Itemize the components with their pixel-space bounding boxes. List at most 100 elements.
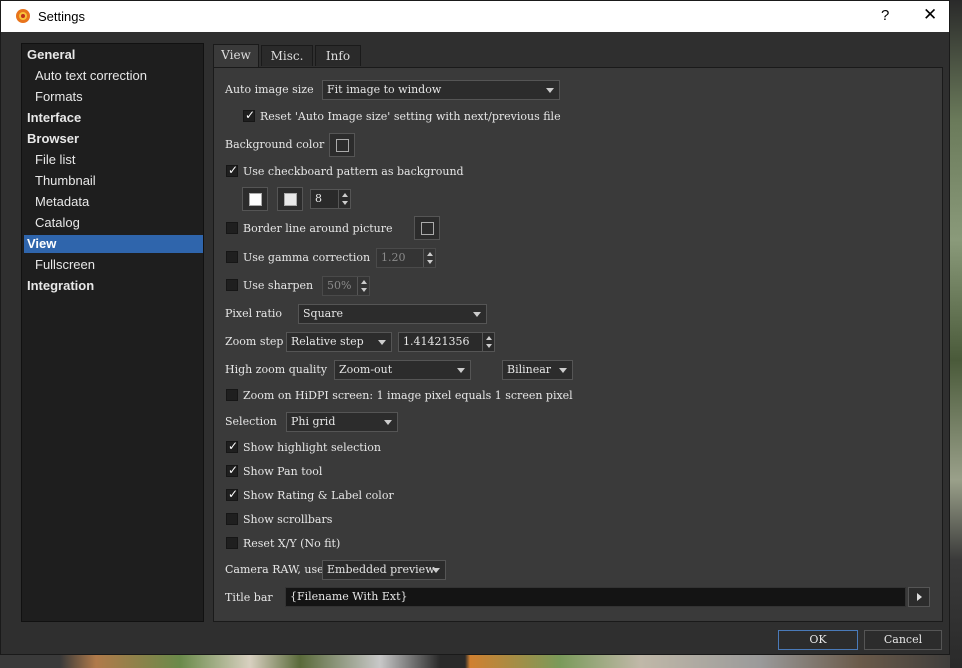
title-bar-label: Title bar (225, 591, 273, 604)
reset-auto-size-checkbox[interactable]: ✓ (243, 108, 255, 122)
ok-button[interactable]: OK (778, 630, 858, 650)
checkboard-color1-button[interactable] (242, 187, 268, 211)
checkboard-size-value: 8 (315, 192, 322, 205)
show-scrollbars-checkbox[interactable] (226, 513, 238, 525)
close-button[interactable]: ✕ (923, 5, 937, 25)
tab-view[interactable]: View (213, 44, 259, 67)
checkboard-checkbox[interactable]: ✓ (226, 163, 239, 177)
sidebar-item-general[interactable]: General (24, 46, 203, 64)
color-swatch (249, 193, 262, 206)
settings-category-list: General Auto text correction Formats Int… (21, 43, 204, 622)
border-line-color-button[interactable] (414, 216, 440, 240)
hidpi-checkbox[interactable] (226, 389, 238, 401)
spin-up-icon[interactable] (342, 193, 348, 197)
settings-dialog: Settings ? ✕ General Auto text correctio… (0, 0, 950, 655)
camera-raw-combo[interactable]: Embedded preview (322, 560, 446, 580)
high-zoom-quality-combo[interactable]: Zoom-out (334, 360, 471, 380)
selection-value: Phi grid (291, 415, 336, 428)
border-line-checkbox[interactable] (226, 222, 238, 234)
chevron-down-icon (384, 420, 392, 425)
help-button[interactable]: ? (881, 7, 889, 24)
gamma-checkbox[interactable] (226, 251, 238, 263)
spin-up-icon[interactable] (427, 252, 433, 256)
background-color-button[interactable] (329, 133, 355, 157)
spin-down-icon[interactable] (361, 288, 367, 292)
background-photo-strip (0, 655, 962, 668)
spin-down-icon[interactable] (486, 344, 492, 348)
auto-image-size-label: Auto image size (225, 83, 314, 96)
spin-down-icon[interactable] (342, 201, 348, 205)
gamma-spinbox[interactable]: 1.20 (376, 248, 436, 268)
zoom-step-value: 1.41421356 (403, 335, 470, 348)
spin-down-icon[interactable] (427, 260, 433, 264)
spin-separator (338, 190, 339, 208)
selection-label: Selection (225, 415, 277, 428)
show-pan-checkbox[interactable]: ✓ (226, 463, 239, 477)
spin-separator (423, 249, 424, 267)
color-swatch (336, 139, 349, 152)
sidebar-item-browser[interactable]: Browser (24, 130, 203, 148)
tab-misc[interactable]: Misc. (261, 45, 313, 66)
hidpi-label: Zoom on HiDPI screen: 1 image pixel equa… (243, 389, 573, 402)
checkmark-icon: ✓ (228, 163, 239, 177)
pixel-ratio-combo[interactable]: Square (298, 304, 487, 324)
background-photo-edge (950, 0, 962, 668)
show-scrollbars-label: Show scrollbars (243, 513, 333, 526)
show-rating-label: Show Rating & Label color (243, 489, 394, 502)
zoom-step-label: Zoom step (225, 335, 284, 348)
spin-up-icon[interactable] (486, 336, 492, 340)
sidebar-item-auto-text-correction[interactable]: Auto text correction (24, 67, 203, 85)
chevron-down-icon (559, 368, 567, 373)
selection-combo[interactable]: Phi grid (286, 412, 398, 432)
sidebar-item-view[interactable]: View (24, 235, 203, 253)
tab-info[interactable]: Info (315, 45, 361, 66)
view-settings-panel: Auto image size Fit image to window ✓ Re… (213, 67, 943, 622)
sidebar-item-fullscreen[interactable]: Fullscreen (24, 256, 203, 274)
camera-raw-label: Camera RAW, use (225, 563, 324, 576)
sharpen-checkbox[interactable] (226, 279, 238, 291)
cancel-button[interactable]: Cancel (864, 630, 942, 650)
sidebar-item-formats[interactable]: Formats (24, 88, 203, 106)
chevron-down-icon (546, 88, 554, 93)
title-bar-input[interactable]: {Filename With Ext} (285, 587, 906, 607)
sidebar-item-integration[interactable]: Integration (24, 277, 203, 295)
sharpen-spinbox[interactable]: 50% (322, 276, 370, 296)
checkboard-size-spinbox[interactable]: 8 (310, 189, 351, 209)
reset-xy-label: Reset X/Y (No fit) (243, 537, 341, 550)
sidebar-item-metadata[interactable]: Metadata (24, 193, 203, 211)
high-zoom-quality-label: High zoom quality (225, 363, 328, 376)
pixel-ratio-value: Square (303, 307, 343, 320)
gamma-label: Use gamma correction (243, 251, 371, 264)
reset-xy-checkbox[interactable] (226, 537, 238, 549)
gamma-value: 1.20 (381, 251, 406, 264)
sidebar-item-catalog[interactable]: Catalog (24, 214, 203, 232)
checkboard-label: Use checkboard pattern as background (243, 165, 464, 178)
auto-image-size-combo[interactable]: Fit image to window (322, 80, 560, 100)
checkboard-color2-button[interactable] (277, 187, 303, 211)
color-swatch (284, 193, 297, 206)
checkmark-icon: ✓ (228, 463, 239, 477)
zoom-step-mode-combo[interactable]: Relative step (286, 332, 392, 352)
show-highlight-checkbox[interactable]: ✓ (226, 439, 239, 453)
play-arrow-icon (917, 593, 922, 601)
chevron-down-icon (473, 312, 481, 317)
checkmark-icon: ✓ (228, 439, 239, 453)
show-pan-label: Show Pan tool (243, 465, 323, 478)
sidebar-item-interface[interactable]: Interface (24, 109, 203, 127)
background-color-label: Background color (225, 138, 325, 151)
show-highlight-label: Show highlight selection (243, 441, 381, 454)
spin-up-icon[interactable] (361, 280, 367, 284)
window-title: Settings (38, 9, 85, 24)
reset-auto-size-label: Reset 'Auto Image size' setting with nex… (260, 110, 561, 123)
sidebar-item-thumbnail[interactable]: Thumbnail (24, 172, 203, 190)
title-bar-variables-button[interactable] (908, 587, 930, 607)
high-zoom-filter-combo[interactable]: Bilinear (502, 360, 573, 380)
sharpen-value: 50% (327, 279, 352, 292)
zoom-step-spinbox[interactable]: 1.41421356 (398, 332, 495, 352)
high-zoom-filter-value: Bilinear (507, 363, 552, 376)
title-bar-value: {Filename With Ext} (290, 590, 408, 603)
show-rating-checkbox[interactable]: ✓ (226, 487, 238, 501)
sharpen-label: Use sharpen (243, 279, 314, 292)
color-swatch (421, 222, 434, 235)
sidebar-item-file-list[interactable]: File list (24, 151, 203, 169)
